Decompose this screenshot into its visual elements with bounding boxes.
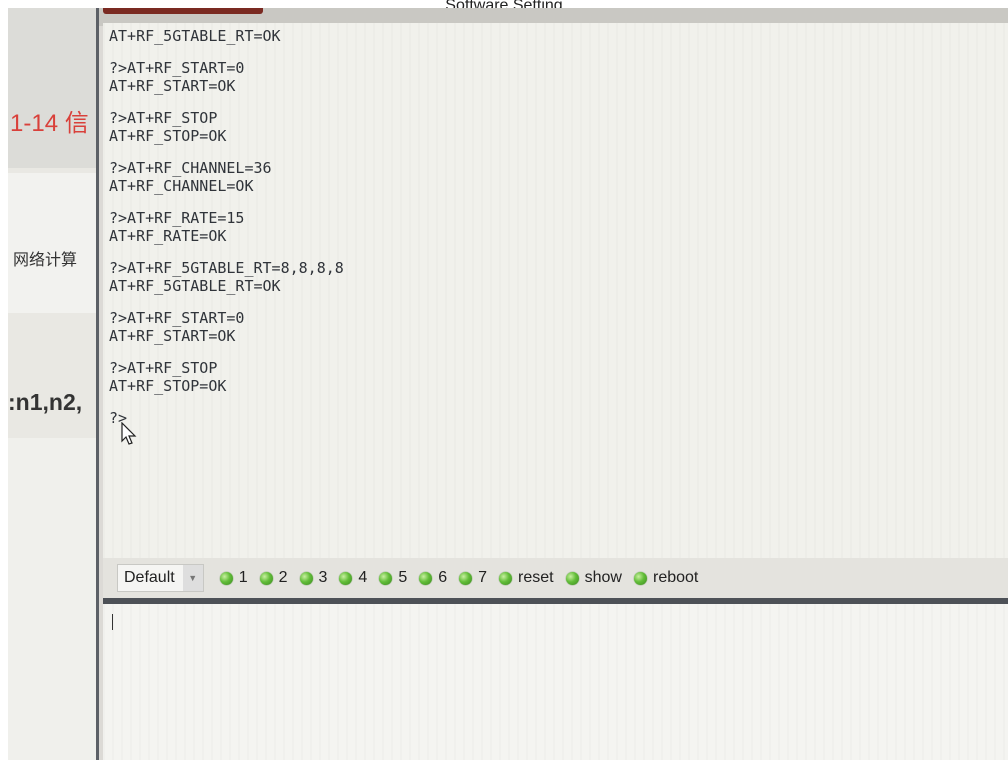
console-line: AT+RF_START=OK bbox=[109, 77, 236, 95]
screen-photo: 1-14 信 网络计算 :n1,n2, AT+RF_5GTABLE_RT=OK?… bbox=[8, 8, 1008, 760]
console-line: AT+RF_CHANNEL=OK bbox=[109, 177, 254, 195]
console-line: ?>AT+RF_START=0 bbox=[109, 59, 245, 77]
console-line: ?> bbox=[109, 409, 128, 427]
quick-button-2[interactable]: 2 bbox=[259, 569, 288, 587]
profile-select-value: Default bbox=[124, 569, 175, 586]
status-led-icon bbox=[499, 571, 513, 585]
quick-button-1[interactable]: 1 bbox=[219, 569, 248, 587]
quick-button-label: 5 bbox=[398, 569, 408, 586]
quick-button-6[interactable]: 6 bbox=[419, 569, 447, 587]
status-led-icon bbox=[299, 571, 313, 585]
console-line: ?>AT+RF_CHANNEL=36 bbox=[109, 159, 272, 177]
mouse-pointer-icon bbox=[121, 422, 137, 445]
console-line: AT+RF_RATE=OK bbox=[109, 227, 227, 245]
quick-button-label: 2 bbox=[278, 569, 288, 586]
background-math-text: :n1,n2, bbox=[8, 389, 83, 415]
status-led-icon bbox=[259, 571, 273, 585]
console-line: AT+RF_5GTABLE_RT=OK bbox=[109, 27, 281, 45]
chevron-down-icon[interactable]: ▼ bbox=[182, 565, 203, 591]
quick-command-buttons: 1 2 3 4 5 6 7 reset show reboot bbox=[219, 569, 711, 587]
status-led-icon bbox=[339, 571, 353, 585]
background-window-low bbox=[8, 438, 100, 760]
command-input[interactable] bbox=[103, 604, 1008, 760]
console-line: ?>AT+RF_STOP bbox=[109, 359, 218, 377]
quick-button-reset[interactable]: reset bbox=[499, 569, 554, 587]
quick-button-label: 4 bbox=[358, 569, 368, 586]
quick-button-label: 7 bbox=[478, 569, 488, 586]
status-led-icon bbox=[419, 571, 433, 585]
status-led-icon bbox=[459, 571, 473, 585]
quick-button-show[interactable]: show bbox=[565, 569, 622, 587]
console-line: ?>AT+RF_START=0 bbox=[109, 309, 245, 327]
profile-select[interactable]: Default ▼ bbox=[117, 564, 204, 592]
quick-button-label: 3 bbox=[318, 569, 328, 586]
console-line: ?>AT+RF_RATE=15 bbox=[109, 209, 245, 227]
command-toolbar: Default ▼ 1 2 3 4 5 6 7 reset show reboot bbox=[103, 558, 1008, 598]
background-window-top bbox=[8, 8, 100, 168]
background-cn-text: 网络计算 bbox=[13, 250, 78, 269]
quick-button-7[interactable]: 7 bbox=[459, 569, 487, 587]
quick-button-label: reset bbox=[518, 569, 554, 586]
quick-button-label: 1 bbox=[238, 569, 248, 586]
console-line: AT+RF_STOP=OK bbox=[109, 127, 227, 145]
console-line: AT+RF_5GTABLE_RT=OK bbox=[109, 277, 281, 295]
console-output[interactable]: AT+RF_5GTABLE_RT=OK ?>AT+RF_START=0 AT+RF_… bbox=[103, 23, 1008, 563]
status-led-icon bbox=[565, 571, 579, 585]
serial-terminal-window: AT+RF_5GTABLE_RT=OK ?>AT+RF_START=0 AT+RF_… bbox=[96, 8, 1008, 760]
quick-button-label: 6 bbox=[438, 569, 448, 586]
text-caret bbox=[112, 614, 113, 630]
quick-button-4[interactable]: 4 bbox=[339, 569, 367, 587]
console-line: ?>AT+RF_STOP bbox=[109, 109, 218, 127]
background-window-mid bbox=[8, 173, 100, 313]
quick-button-label: reboot bbox=[652, 569, 699, 586]
quick-button-reboot[interactable]: reboot bbox=[633, 569, 699, 587]
status-led-icon bbox=[633, 571, 647, 585]
console-line: AT+RF_START=OK bbox=[109, 327, 236, 345]
status-led-icon bbox=[379, 571, 393, 585]
window-tab[interactable] bbox=[103, 8, 263, 14]
quick-button-label: show bbox=[584, 569, 622, 586]
background-red-heading: 1-14 信 bbox=[10, 110, 89, 137]
quick-button-3[interactable]: 3 bbox=[299, 569, 328, 587]
console-line: ?>AT+RF_5GTABLE_RT=8,8,8,8 bbox=[109, 259, 344, 277]
status-led-icon bbox=[219, 571, 233, 585]
quick-button-5[interactable]: 5 bbox=[379, 569, 407, 587]
console-line: AT+RF_STOP=OK bbox=[109, 377, 227, 395]
